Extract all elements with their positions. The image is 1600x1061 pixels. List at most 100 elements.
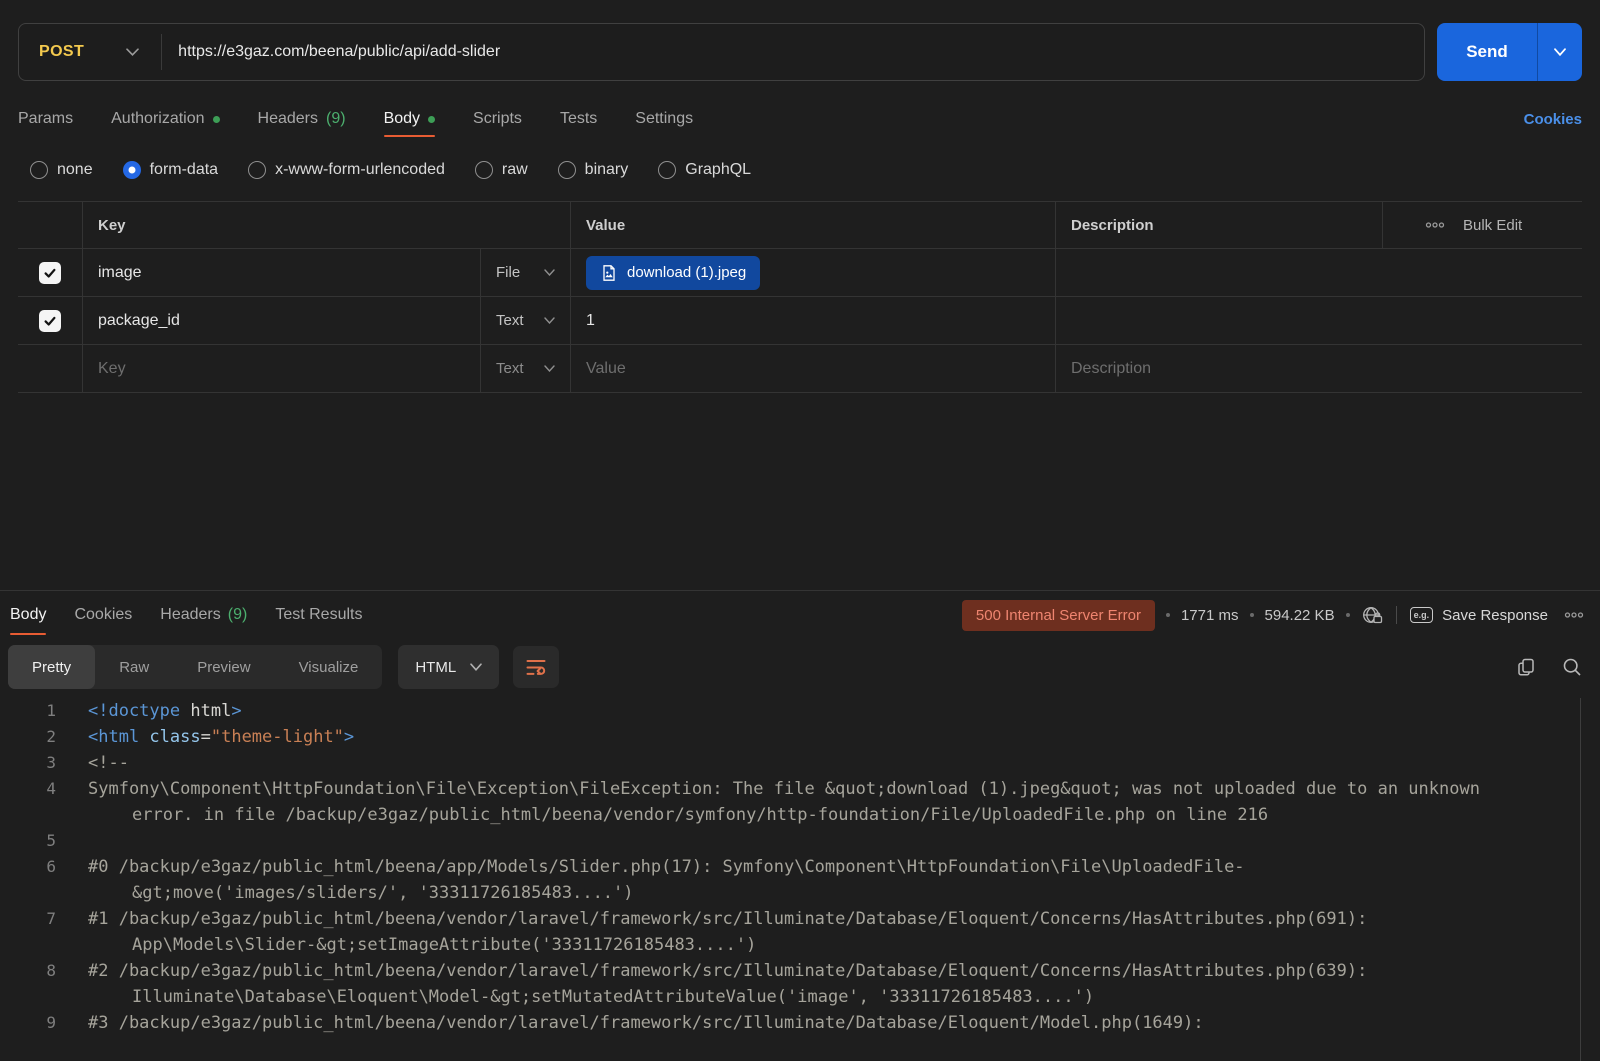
- tab-scripts[interactable]: Scripts: [473, 101, 522, 137]
- tab-label: Tests: [560, 110, 597, 128]
- chevron-down-icon: [126, 48, 139, 56]
- code-line: 8#2 /backup/e3gaz/public_html/beena/vend…: [0, 958, 1600, 1010]
- search-icon[interactable]: [1562, 657, 1582, 677]
- file-name: download (1).jpeg: [627, 264, 746, 281]
- chevron-down-icon: [544, 365, 555, 372]
- wrap-lines-toggle[interactable]: [513, 646, 559, 688]
- tab-params[interactable]: Params: [18, 101, 73, 137]
- radio-binary[interactable]: binary: [558, 161, 629, 179]
- line-number: 1: [0, 698, 56, 724]
- send-options-button[interactable]: [1537, 23, 1582, 81]
- row-checkbox-checked[interactable]: [39, 262, 61, 284]
- radio-icon: [30, 161, 48, 179]
- tab-label: Params: [18, 110, 73, 128]
- chevron-down-icon: [470, 663, 482, 671]
- radio-none[interactable]: none: [30, 161, 93, 179]
- key-input[interactable]: image: [98, 264, 142, 282]
- code-line-content: #3 /backup/e3gaz/public_html/beena/vendo…: [88, 1010, 1498, 1036]
- green-dot-indicator: [428, 116, 435, 123]
- status-badge[interactable]: 500 Internal Server Error: [962, 600, 1155, 631]
- url-input[interactable]: https://e3gaz.com/beena/public/api/add-s…: [162, 43, 500, 61]
- response-size: 594.22 KB: [1265, 607, 1335, 624]
- request-panel: POST https://e3gaz.com/beena/public/api/…: [0, 0, 1600, 393]
- check-icon: [43, 266, 57, 280]
- format-selector[interactable]: HTML: [398, 645, 499, 689]
- response-tab-body[interactable]: Body: [10, 597, 46, 633]
- line-number: 2: [0, 724, 56, 750]
- file-attachment-chip[interactable]: download (1).jpeg: [586, 256, 760, 290]
- tab-body[interactable]: Body: [384, 101, 435, 137]
- send-button[interactable]: Send: [1437, 23, 1582, 81]
- type-label: Text: [496, 360, 524, 377]
- send-label[interactable]: Send: [1437, 23, 1537, 81]
- tab-label: Test Results: [275, 606, 362, 624]
- code-line: 5: [0, 828, 1600, 854]
- radio-raw[interactable]: raw: [475, 161, 528, 179]
- code-line-content: [88, 828, 1498, 854]
- description-input-placeholder[interactable]: Description: [1071, 360, 1151, 378]
- radio-form-data[interactable]: form-data: [123, 161, 218, 179]
- description-input[interactable]: [1055, 249, 1582, 296]
- type-selector[interactable]: File: [480, 249, 570, 296]
- radio-x-www-form-urlencoded[interactable]: x-www-form-urlencoded: [248, 161, 445, 179]
- format-label: HTML: [415, 659, 456, 676]
- chevron-down-icon: [1554, 48, 1566, 56]
- response-tab-headers[interactable]: Headers (9): [160, 597, 247, 633]
- dot-separator: [1250, 613, 1254, 617]
- code-line-content: <!--: [88, 750, 1498, 776]
- column-header-description: Description: [1071, 217, 1154, 234]
- dot-separator: [1166, 613, 1170, 617]
- type-label: File: [496, 264, 520, 281]
- tab-tests[interactable]: Tests: [560, 101, 597, 137]
- type-selector[interactable]: Text: [480, 297, 570, 344]
- code-line: 3 <!--: [0, 750, 1600, 776]
- value-input[interactable]: 1: [586, 312, 595, 330]
- column-header-key: Key: [98, 217, 126, 234]
- value-input-placeholder[interactable]: Value: [586, 360, 626, 378]
- code-line-content: #2 /backup/e3gaz/public_html/beena/vendo…: [88, 958, 1498, 1010]
- key-input[interactable]: package_id: [98, 312, 180, 330]
- tab-label: Settings: [635, 110, 693, 128]
- method-selector[interactable]: POST: [19, 43, 161, 61]
- radio-label: raw: [502, 161, 528, 179]
- bulk-edit-button[interactable]: Bulk Edit: [1382, 202, 1582, 248]
- radio-icon: [475, 161, 493, 179]
- copy-icon[interactable]: [1516, 657, 1536, 677]
- request-tabs: Params Authorization Headers (9) Body Sc…: [18, 101, 1582, 137]
- select-all-cell: [18, 202, 82, 248]
- radio-graphql[interactable]: GraphQL: [658, 161, 751, 179]
- tab-settings[interactable]: Settings: [635, 101, 693, 137]
- radio-selected-icon: [123, 161, 141, 179]
- radio-label: x-www-form-urlencoded: [275, 161, 445, 179]
- bulk-edit-label: Bulk Edit: [1463, 217, 1522, 234]
- view-mode-preview[interactable]: Preview: [173, 645, 274, 689]
- code-line-content: Symfony\Component\HttpFoundation\File\Ex…: [88, 776, 1498, 828]
- tab-headers[interactable]: Headers (9): [258, 101, 346, 137]
- view-mode-visualize[interactable]: Visualize: [275, 645, 383, 689]
- code-line-content: #0 /backup/e3gaz/public_html/beena/app/M…: [88, 854, 1498, 906]
- dot-separator: [1346, 613, 1350, 617]
- type-selector[interactable]: Text: [480, 345, 570, 392]
- view-mode-pretty[interactable]: Pretty: [8, 645, 95, 689]
- form-data-table: Key Value Description Bulk Edit image: [18, 201, 1582, 393]
- code-line-content: <html class="theme-light">: [88, 724, 1498, 750]
- more-actions-icon[interactable]: [1564, 611, 1584, 619]
- save-example-icon: e.g.: [1410, 607, 1434, 623]
- view-mode-raw[interactable]: Raw: [95, 645, 173, 689]
- radio-icon: [558, 161, 576, 179]
- radio-label: binary: [585, 161, 629, 179]
- key-input-placeholder[interactable]: Key: [98, 360, 126, 378]
- tab-authorization[interactable]: Authorization: [111, 101, 219, 137]
- description-input[interactable]: [1055, 297, 1582, 344]
- response-tab-cookies[interactable]: Cookies: [74, 597, 132, 633]
- response-body-code[interactable]: 1<!doctype html>2<html class="theme-ligh…: [0, 698, 1600, 1036]
- response-tab-test-results[interactable]: Test Results: [275, 597, 362, 633]
- network-security-icon[interactable]: [1361, 605, 1383, 625]
- line-number: 3: [0, 750, 56, 776]
- row-checkbox-checked[interactable]: [39, 310, 61, 332]
- response-time: 1771 ms: [1181, 607, 1239, 624]
- line-number: 6: [0, 854, 56, 906]
- save-response-button[interactable]: Save Response: [1442, 607, 1548, 624]
- line-number: 9: [0, 1010, 56, 1036]
- cookies-link[interactable]: Cookies: [1524, 111, 1582, 128]
